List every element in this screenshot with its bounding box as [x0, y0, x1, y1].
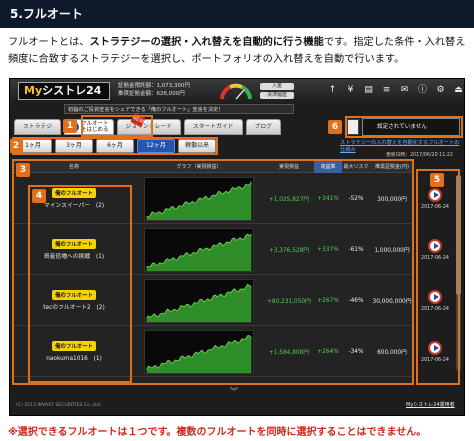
annotation-number-6: 6: [328, 120, 342, 134]
header-buttons: 入金 決済履歴: [260, 83, 294, 99]
annotation-box-2: [12, 137, 218, 155]
tab-strategy[interactable]: ストラテジ: [14, 119, 61, 135]
document-icon[interactable]: ▤: [362, 84, 375, 97]
annotation-number-1: 1: [63, 119, 77, 133]
deposit-amount: 証拠金預託額：1,073,300円: [118, 83, 190, 89]
annotation-box-5: [416, 169, 460, 385]
app-header: Myシストレ24 証拠金預託額：1,073,300円 推奨証拠金額：626,00…: [10, 79, 464, 103]
copyright: (C) 2013 INVAST SECURITIES Co.,Ltd.: [16, 403, 102, 408]
app-screenshot: Myシストレ24 証拠金預託額：1,073,300円 推奨証拠金額：626,00…: [9, 78, 465, 416]
annotation-box-6: [345, 116, 463, 138]
margin-gauge-icon: [220, 83, 252, 100]
tab-blog[interactable]: ブログ: [245, 119, 281, 135]
show-more-icon[interactable]: ︾: [230, 386, 238, 397]
tab-start-guide[interactable]: スタートガイド: [183, 119, 243, 135]
section-title: 5.フルオート: [0, 0, 474, 28]
logout-icon[interactable]: ⏏: [452, 84, 464, 97]
notice-banner[interactable]: 初詣のご投資宣言をシェアできる「俺のフルオート」宣言を決定！: [64, 104, 294, 114]
account-summary: 証拠金預託額：1,073,300円 推奨証拠金額：626,000円: [118, 82, 214, 98]
deposit-button[interactable]: 入金: [260, 83, 294, 90]
annotation-number-4: 4: [32, 189, 46, 203]
toolbar-icons: ↑ ¥ ▤ ≡ ✉ ⓘ ⚙ ⏏: [326, 84, 464, 97]
annotation-number-3: 3: [16, 163, 30, 177]
recommended-margin: 推奨証拠金額：626,000円: [118, 91, 185, 97]
intro-text: フルオートとは、ストラテジーの選択・入れ替えを自動的に行う機能です。指定した条件…: [8, 37, 466, 65]
updated-time: 更新日時：2017/06/20 11:22: [386, 153, 453, 158]
annotation-box-1: [81, 115, 153, 137]
mail-icon[interactable]: ✉: [398, 84, 411, 97]
history-button[interactable]: 決済履歴: [260, 92, 294, 99]
annotation-number-2: 2: [10, 139, 23, 153]
info-icon[interactable]: ⓘ: [416, 84, 429, 97]
app-logo[interactable]: Myシストレ24: [18, 82, 110, 100]
list-icon[interactable]: ≡: [380, 84, 393, 97]
arrow-up-icon[interactable]: ↑: [326, 84, 339, 97]
annotation-number-5: 5: [430, 173, 444, 187]
footnote: ※選択できるフルオートは１つです。複数のフルオートを同時に選択することはできませ…: [8, 427, 427, 438]
annotation-box-4: [28, 185, 132, 383]
yen-icon[interactable]: ¥: [344, 84, 357, 97]
settings-icon[interactable]: ⚙: [434, 84, 447, 97]
operator-link[interactable]: Myシストレ24運用者: [406, 401, 455, 408]
